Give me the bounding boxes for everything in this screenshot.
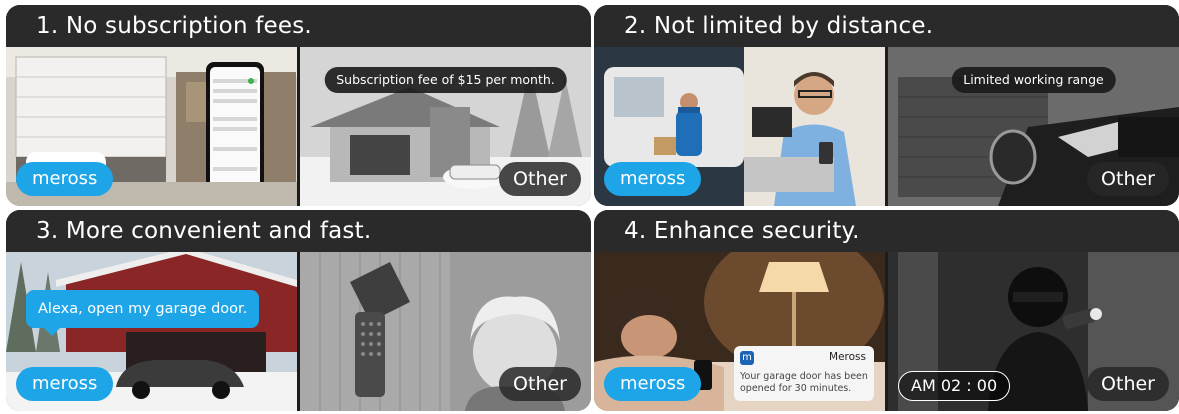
other-badge: Other — [1087, 367, 1169, 401]
subscription-caption: Subscription fee of $15 per month. — [324, 67, 567, 93]
meross-badge: meross — [16, 162, 114, 196]
panel-title: 4. Enhance security. — [594, 210, 1179, 252]
car-window-image: Limited working range Other — [888, 47, 1179, 206]
remote-user-image: meross — [594, 47, 885, 206]
notification-message: Your garage door has been opened for 30 … — [740, 371, 868, 394]
red-garage-image: Alexa, open my garage door. meross — [6, 252, 297, 411]
keypad-image: Other — [300, 252, 591, 411]
other-badge: Other — [1087, 162, 1169, 196]
other-badge: Other — [499, 162, 581, 196]
panel-no-subscription: 1. No subscription fees. meross Subscrip… — [6, 5, 591, 206]
time-display: AM 02 : 00 — [898, 371, 1011, 401]
sleeping-man-image: m Meross Your garage door has been opene… — [594, 252, 885, 411]
garage-notification: m Meross Your garage door has been opene… — [734, 346, 874, 401]
panel-enhance-security: 4. Enhance security. m Meross Your garag… — [594, 210, 1179, 411]
panel-convenient-fast: 3. More convenient and fast. Alexa, open… — [6, 210, 591, 411]
meross-badge: meross — [16, 367, 114, 401]
panel-not-limited-distance: 2. Not limited by distance. meross Limit… — [594, 5, 1179, 206]
meross-app-icon: m — [740, 351, 754, 365]
garage-app-image: meross — [6, 47, 297, 206]
range-caption: Limited working range — [951, 67, 1116, 93]
burglar-image: AM 02 : 00 Other — [888, 252, 1179, 411]
other-badge: Other — [499, 367, 581, 401]
panel-title: 3. More convenient and fast. — [6, 210, 591, 252]
meross-badge: meross — [604, 162, 702, 196]
notification-app-name: Meross — [829, 351, 866, 363]
snowy-house-image: Subscription fee of $15 per month. Other — [300, 47, 591, 206]
voice-command-bubble: Alexa, open my garage door. — [26, 290, 260, 336]
meross-badge: meross — [604, 367, 702, 401]
panel-title: 1. No subscription fees. — [6, 5, 591, 47]
panel-title: 2. Not limited by distance. — [594, 5, 1179, 47]
